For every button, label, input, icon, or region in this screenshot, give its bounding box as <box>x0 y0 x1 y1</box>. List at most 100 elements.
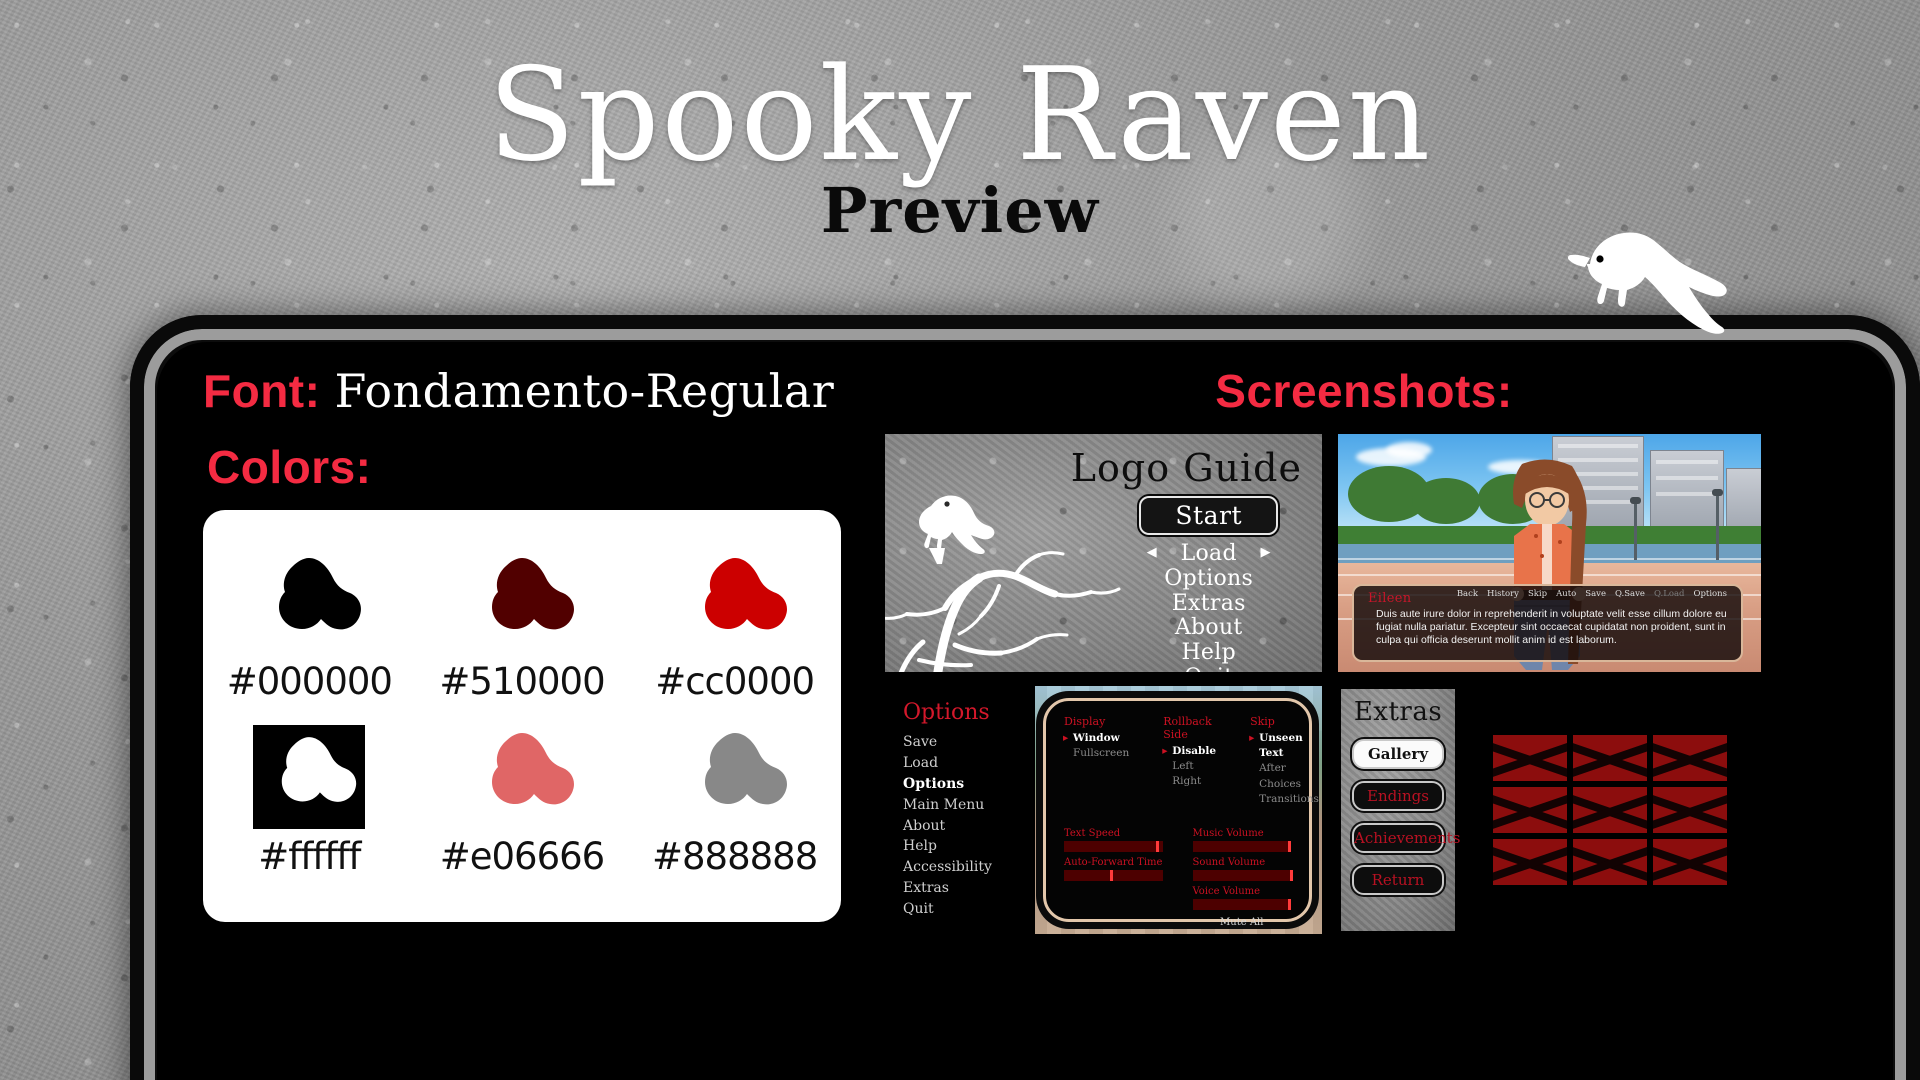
options-title: Options <box>903 700 990 725</box>
quick-menu-history[interactable]: History <box>1487 589 1519 599</box>
screenshot-options[interactable]: Options Save Load Options Main Menu Abou… <box>885 686 1322 934</box>
option-skip-after-choices[interactable]: After Choices <box>1250 761 1319 791</box>
main-menu-buttons: Start Load Options Extras About Help Qui… <box>1139 496 1278 672</box>
quick-menu-back[interactable]: Back <box>1457 589 1478 599</box>
swatch-hex: #888888 <box>652 835 818 878</box>
options-nav-help[interactable]: Help <box>903 837 1035 856</box>
swatch-cell[interactable]: #510000 <box>424 550 620 703</box>
gallery-locked-item[interactable] <box>1653 839 1727 885</box>
extras-button-gallery[interactable]: Gallery <box>1352 739 1444 769</box>
building-window <box>1656 492 1718 496</box>
extras-panel: Extras Gallery Endings Achievements Retu… <box>1341 689 1460 931</box>
sliders-right: Music Volume Sound Volume Voice Volume M… <box>1192 823 1293 928</box>
gallery-grid <box>1493 735 1727 885</box>
dialogue-box[interactable]: Back History Skip Auto Save Q.Save Q.Loa… <box>1352 584 1743 662</box>
extras-button-endings[interactable]: Endings <box>1352 781 1444 811</box>
slider-auto-forward-time[interactable] <box>1064 870 1163 882</box>
page-header: Spooky Raven Preview <box>0 0 1920 248</box>
gallery-locked-item[interactable] <box>1653 735 1727 781</box>
menu-item-about[interactable]: About <box>1175 616 1243 640</box>
sliders-left: Text Speed Auto-Forward Time <box>1064 823 1163 928</box>
screenshot-in-game[interactable]: Back History Skip Auto Save Q.Save Q.Loa… <box>1338 434 1761 672</box>
screenshots-grid: Logo Guide Start ◀ Load ▶ Options Extras… <box>885 434 1873 934</box>
slider-knob[interactable] <box>1288 841 1292 853</box>
menu-item-options[interactable]: Options <box>1164 566 1253 591</box>
slider-knob[interactable] <box>1290 870 1293 882</box>
options-group-skip: Skip Unseen Text After Choices Transitio… <box>1249 715 1319 807</box>
options-panel: Display Window Fullscreen Rollback Side … <box>1043 698 1319 928</box>
menu-item-start[interactable]: Start <box>1139 496 1278 535</box>
options-nav-options[interactable]: Options <box>903 775 1035 794</box>
swatch-hex: #510000 <box>439 660 605 703</box>
gallery-locked-item[interactable] <box>1493 839 1567 885</box>
gallery-locked-item[interactable] <box>1573 787 1647 833</box>
menu-item-quit[interactable]: Quit <box>1184 665 1233 672</box>
menu-item-load[interactable]: Load <box>1146 542 1271 566</box>
screenshots-column: Screenshots: Logo Guide Start ◀ Load ▶ O… <box>885 364 1873 934</box>
slider-label-voice-volume: Voice Volume <box>1192 886 1261 898</box>
options-nav-extras[interactable]: Extras <box>903 879 1035 898</box>
options-nav-about[interactable]: About <box>903 817 1035 836</box>
options-nav-return[interactable]: Return <box>903 933 1035 934</box>
option-window[interactable]: Window <box>1063 731 1129 746</box>
quick-menu-options[interactable]: Options <box>1694 589 1728 599</box>
quick-menu-qsave[interactable]: Q.Save <box>1615 589 1645 599</box>
options-nav-main-menu[interactable]: Main Menu <box>903 796 1035 815</box>
gallery-locked-item[interactable] <box>1653 787 1727 833</box>
swatch-cell[interactable]: #888888 <box>637 725 833 878</box>
extras-button-achievements[interactable]: Achievements <box>1352 823 1460 853</box>
options-nav: Save Load Options Main Menu About Help A… <box>903 733 1035 934</box>
option-skip-unseen[interactable]: Unseen Text <box>1249 731 1319 761</box>
color-blob-icon <box>675 550 795 654</box>
device-screen: Font: Fondamento-Regular Colors: #000000 <box>157 342 1893 1080</box>
options-nav-save[interactable]: Save <box>903 733 1035 752</box>
option-rollback-disable[interactable]: Disable <box>1162 744 1216 759</box>
swatch-cell[interactable]: #e06666 <box>424 725 620 878</box>
menu-item-help[interactable]: Help <box>1181 641 1236 665</box>
slider-sound-volume[interactable] <box>1192 870 1293 882</box>
slider-knob[interactable] <box>1288 899 1292 911</box>
slider-knob[interactable] <box>1155 841 1159 853</box>
gallery-locked-item[interactable] <box>1493 735 1567 781</box>
slider-knob[interactable] <box>1110 870 1114 882</box>
dialogue-text: Duis aute irure dolor in reprehenderit i… <box>1376 608 1727 647</box>
gallery-locked-item[interactable] <box>1573 839 1647 885</box>
color-blob-icon <box>253 725 366 829</box>
options-nav-load[interactable]: Load <box>903 754 1035 773</box>
slider-label-music-volume: Music Volume <box>1192 828 1264 840</box>
lamp-post-icon <box>1630 497 1641 560</box>
gallery-locked-item[interactable] <box>1573 735 1647 781</box>
menu-item-extras[interactable]: Extras <box>1172 591 1246 616</box>
main-menu-title: Logo Guide <box>1070 446 1302 490</box>
quick-menu-skip[interactable]: Skip <box>1528 589 1547 599</box>
screenshot-extras[interactable]: Extras Gallery Endings Achievements Retu… <box>1338 686 1761 934</box>
quick-menu-save[interactable]: Save <box>1585 589 1606 599</box>
options-groups: Display Window Fullscreen Rollback Side … <box>1063 715 1319 807</box>
cloud-icon <box>1386 442 1432 458</box>
quick-menu-auto[interactable]: Auto <box>1556 589 1576 599</box>
options-nav-accessibility[interactable]: Accessibility <box>903 858 1035 877</box>
extras-title: Extras <box>1353 697 1443 727</box>
swatch-cell[interactable]: #000000 <box>211 550 407 703</box>
group-heading: Rollback Side <box>1163 715 1212 741</box>
swatch-cell[interactable]: #ffffff <box>211 725 407 878</box>
slider-voice-volume[interactable] <box>1192 899 1292 911</box>
slider-text-speed[interactable] <box>1064 841 1163 853</box>
option-skip-transitions[interactable]: Transitions <box>1250 792 1319 807</box>
slider-label-sound-volume: Sound Volume <box>1192 857 1266 869</box>
options-group-rollback: Rollback Side Disable Left Right <box>1162 715 1216 807</box>
color-blob-icon <box>462 725 582 829</box>
mute-all-button[interactable]: Mute All <box>1193 917 1292 928</box>
screenshot-main-menu[interactable]: Logo Guide Start ◀ Load ▶ Options Extras… <box>885 434 1322 672</box>
options-nav-quit[interactable]: Quit <box>903 900 1035 919</box>
option-rollback-right[interactable]: Right <box>1163 774 1216 789</box>
gallery-locked-item[interactable] <box>1493 787 1567 833</box>
group-heading: Skip <box>1250 715 1275 728</box>
option-rollback-left[interactable]: Left <box>1163 759 1216 774</box>
extras-button-return[interactable]: Return <box>1352 865 1444 895</box>
option-fullscreen[interactable]: Fullscreen <box>1064 746 1129 761</box>
slider-music-volume[interactable] <box>1192 841 1292 853</box>
gallery-area <box>1459 686 1761 934</box>
swatch-cell[interactable]: #cc0000 <box>637 550 833 703</box>
quick-menu: Back History Skip Auto Save Q.Save Q.Loa… <box>1457 589 1727 599</box>
